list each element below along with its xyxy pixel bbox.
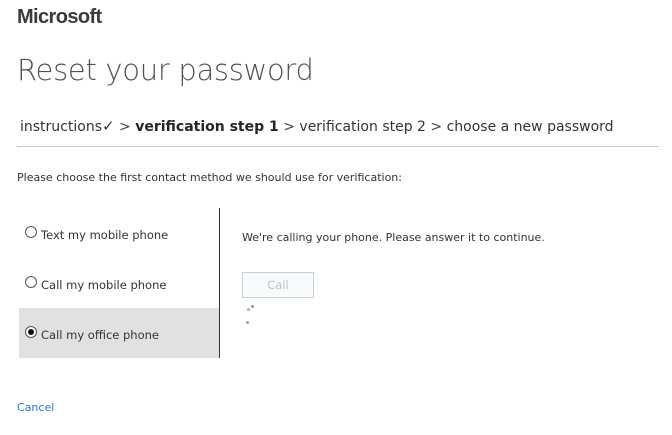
breadcrumb-step-verification-2: verification step 2	[299, 119, 426, 135]
microsoft-logo: Microsoft	[17, 6, 102, 28]
header-divider	[17, 146, 659, 147]
option-label: Call my mobile phone	[41, 278, 167, 292]
status-message: We're calling your phone. Please answer …	[242, 231, 545, 244]
cancel-link[interactable]: Cancel	[17, 401, 54, 414]
breadcrumb-step-instructions: instructions	[20, 119, 102, 135]
option-call-mobile[interactable]: Call my mobile phone	[19, 258, 219, 308]
instructions-text: Please choose the first contact method w…	[17, 171, 402, 184]
option-call-office[interactable]: Call my office phone	[19, 308, 219, 358]
checkmark-icon: ✓	[101, 117, 115, 135]
panel-divider	[219, 208, 220, 358]
contact-method-list: Text my mobile phone Call my mobile phon…	[19, 208, 219, 358]
breadcrumb-separator: >	[430, 119, 443, 135]
page-title: Reset your password	[17, 53, 314, 87]
call-button[interactable]: Call	[242, 272, 314, 298]
breadcrumb-separator: >	[283, 119, 295, 135]
breadcrumb: instructions✓ > verification step 1 > ve…	[20, 117, 660, 135]
option-label: Call my office phone	[41, 328, 159, 342]
radio-button[interactable]	[25, 326, 37, 338]
breadcrumb-step-verification-1: verification step 1	[135, 119, 279, 135]
option-text-mobile[interactable]: Text my mobile phone	[19, 208, 219, 258]
radio-button[interactable]	[25, 276, 37, 288]
spinner-icon	[242, 305, 258, 329]
radio-button[interactable]	[25, 226, 37, 238]
option-label: Text my mobile phone	[41, 228, 169, 242]
breadcrumb-separator: >	[119, 119, 131, 135]
breadcrumb-step-new-password: choose a new password	[446, 119, 614, 135]
